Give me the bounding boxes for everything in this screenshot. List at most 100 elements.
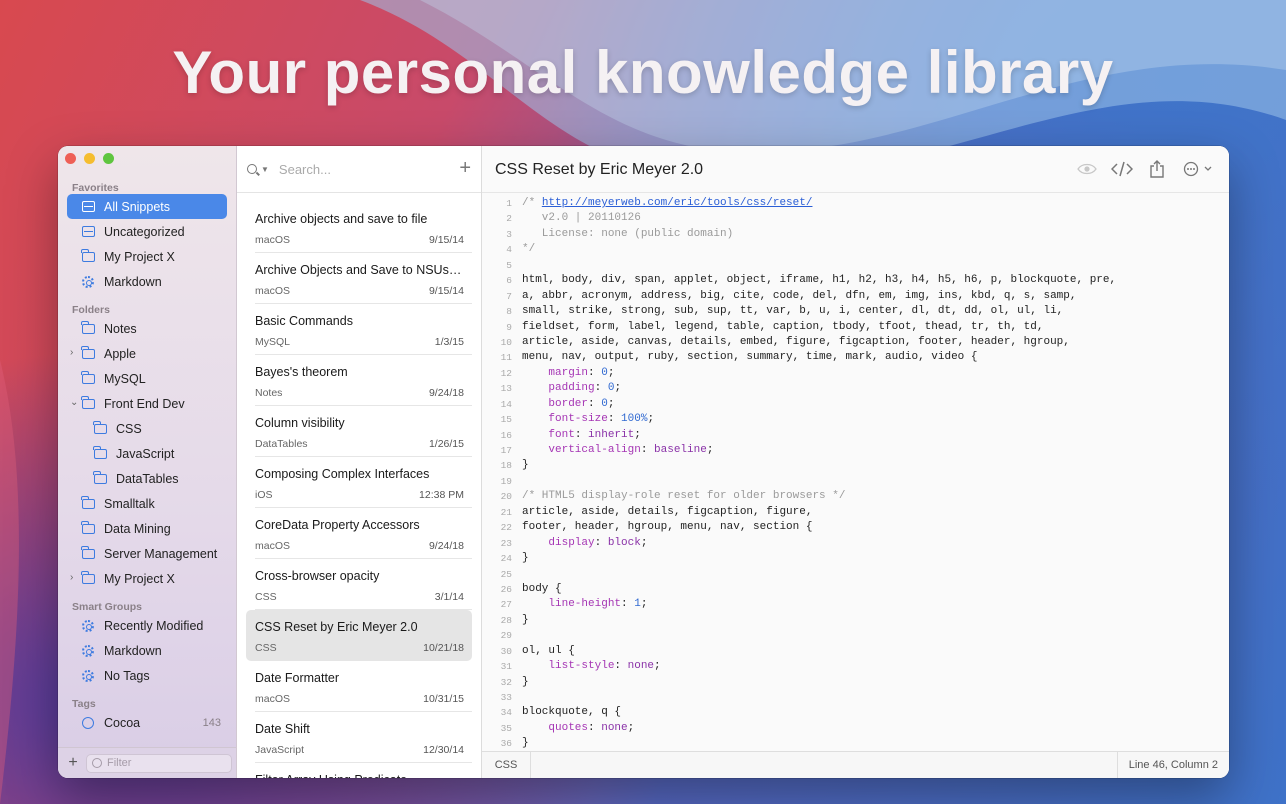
snippet-group: JavaScript — [255, 744, 305, 756]
code-token: article, aside, canvas, details, embed, … — [522, 335, 1070, 348]
line-number: 28 — [500, 614, 512, 626]
code-token: footer, header, hgroup, menu, nav, secti… — [522, 521, 813, 534]
smart-group-markdown[interactable]: Markdown — [67, 638, 227, 663]
code-line: 13 padding: 0; — [482, 381, 1229, 396]
snippet-row[interactable]: Date Shift JavaScript 12/30/14 — [246, 712, 472, 763]
code-line: 16 font: inherit; — [482, 428, 1229, 443]
folder-icon — [81, 248, 95, 263]
zoom-window-button[interactable] — [103, 153, 114, 164]
smart-group-recently-modified[interactable]: Recently Modified — [67, 613, 227, 638]
close-window-button[interactable] — [65, 153, 76, 164]
line-text: font: inherit; — [522, 428, 640, 443]
sidebar-scroll[interactable]: Favorites All Snippets Uncategorized My Pr… — [58, 176, 236, 748]
sidebar-item-label: Markdown — [104, 643, 162, 658]
code-token: vertical-align — [548, 444, 641, 456]
snippet-row[interactable]: Date Formatter macOS 10/31/15 — [246, 661, 472, 712]
code-line: 12 margin: 0; — [482, 366, 1229, 381]
sidebar-item-my-project-x[interactable]: My Project X — [67, 244, 227, 269]
gear-icon — [81, 669, 95, 682]
tag-cocoa[interactable]: Cocoa 143 — [67, 710, 227, 735]
chevron-right-icon[interactable]: › — [70, 572, 73, 583]
filter-icon — [92, 758, 102, 768]
gear-icon — [81, 275, 95, 288]
code-line: 6 html, body, div, span, applet, object, … — [482, 273, 1229, 288]
snippet-row[interactable]: Archive Objects and Save to NSUser... mac… — [246, 253, 472, 304]
code-line: 5 — [482, 258, 1229, 273]
line-number: 5 — [506, 259, 512, 271]
snippet-date: 12/30/14 — [423, 744, 464, 756]
eye-icon[interactable] — [1076, 160, 1098, 178]
snippet-title[interactable]: CSS Reset by Eric Meyer 2.0 — [495, 161, 703, 179]
code-editor[interactable]: 1 /* http://meyerweb.com/eric/tools/css/r… — [482, 193, 1229, 749]
search-input[interactable] — [276, 160, 441, 178]
code-token: : — [588, 397, 602, 410]
chevron-down-icon[interactable]: ⌄ — [70, 397, 78, 408]
search-icon[interactable] — [247, 164, 257, 174]
snippet-row[interactable]: Archive objects and save to file macOS 9/1… — [246, 202, 472, 253]
sidebar-item-all-snippets[interactable]: All Snippets — [67, 194, 227, 219]
line-number: 19 — [500, 475, 512, 487]
snippet-row[interactable]: Bayes's theorem Notes 9/24/18 — [246, 355, 472, 406]
line-text: blockquote, q { — [522, 705, 621, 720]
sidebar-folder-data-mining[interactable]: Data Mining — [67, 516, 227, 541]
snippet-row[interactable]: CSS Reset by Eric Meyer 2.0 CSS 10/21/18 — [246, 610, 472, 661]
add-snippet-button[interactable]: + — [459, 158, 471, 178]
line-number: 30 — [500, 645, 512, 657]
gear-icon — [81, 644, 95, 657]
app-window: Favorites All Snippets Uncategorized My Pr… — [58, 146, 1229, 778]
line-number: 8 — [506, 306, 512, 318]
language-selector[interactable]: CSS — [482, 752, 531, 778]
chevron-down-icon[interactable]: ▼ — [261, 165, 269, 174]
sidebar-folder-front-end-dev[interactable]: ⌄ Front End Dev — [67, 391, 227, 416]
snippet-row[interactable]: CoreData Property Accessors macOS 9/24/18 — [246, 508, 472, 559]
sidebar-folder-smalltalk[interactable]: Smalltalk — [67, 491, 227, 516]
sidebar-folder-my-project-x[interactable]: › My Project X — [67, 566, 227, 591]
code-token: padding — [548, 382, 595, 395]
line-number: 33 — [500, 692, 512, 703]
sidebar-item-uncategorized[interactable]: Uncategorized — [67, 219, 227, 244]
line-number: 24 — [500, 553, 512, 565]
snippet-row[interactable]: Column visibility DataTables 1/26/15 — [246, 406, 472, 457]
minimize-window-button[interactable] — [84, 153, 95, 164]
line-text: fieldset, form, label, legend, table, ca… — [522, 320, 1044, 335]
code-token[interactable]: http://meyerweb.com/eric/tools/css/reset… — [542, 197, 813, 209]
line-number: 32 — [500, 676, 512, 688]
chevron-right-icon[interactable]: › — [70, 347, 73, 358]
snippet-row[interactable]: Basic Commands MySQL 1/3/15 — [246, 304, 472, 355]
code-icon[interactable] — [1110, 160, 1134, 178]
code-token: ol, ul { — [522, 644, 575, 657]
code-token: ; — [640, 598, 648, 611]
share-icon[interactable] — [1148, 160, 1166, 178]
sidebar-folder-datatables[interactable]: DataTables — [67, 466, 227, 491]
code-token: body { — [522, 582, 562, 595]
sidebar-folder-mysql[interactable]: MySQL — [67, 366, 227, 391]
snippet-row[interactable]: Cross-browser opacity CSS 3/1/14 — [246, 559, 472, 610]
sidebar-filter-field[interactable]: Filter — [86, 753, 232, 773]
line-text: } — [522, 551, 529, 566]
snippet-row[interactable]: Composing Complex Interfaces iOS 12:38 PM — [246, 457, 472, 508]
ellipsis-icon[interactable] — [1182, 160, 1214, 178]
code-token: menu, nav, output, ruby, section, summar… — [522, 351, 978, 364]
code-token: fieldset, form, label, legend, table, ca… — [522, 320, 1044, 333]
sidebar-item-markdown[interactable]: Markdown — [67, 269, 227, 294]
snippet-group: macOS — [255, 285, 291, 297]
add-group-button[interactable]: + — [66, 754, 80, 772]
line-text: } — [522, 458, 529, 473]
snippet-row[interactable]: Filter Array Using Predicate — [246, 763, 472, 778]
sidebar-folder-notes[interactable]: Notes — [67, 316, 227, 341]
snippet-group: macOS — [255, 693, 291, 705]
line-text: list-style: none; — [522, 659, 660, 674]
sidebar-folder-css[interactable]: CSS — [67, 416, 227, 441]
folder-icon — [81, 545, 95, 560]
code-line: 21 article, aside, details, figcaption, f… — [482, 505, 1229, 520]
smart-group-no-tags[interactable]: No Tags — [67, 663, 227, 688]
code-line: 24} — [482, 551, 1229, 566]
line-number: 25 — [500, 568, 512, 580]
line-number: 9 — [506, 321, 512, 333]
code-token: article, aside, details, figcaption, fig… — [522, 505, 813, 518]
sidebar-folder-apple[interactable]: › Apple — [67, 341, 227, 366]
sidebar-folder-server-management[interactable]: Server Management — [67, 541, 227, 566]
sidebar-folder-javascript[interactable]: JavaScript — [67, 441, 227, 466]
snippet-group: Notes — [255, 387, 283, 399]
